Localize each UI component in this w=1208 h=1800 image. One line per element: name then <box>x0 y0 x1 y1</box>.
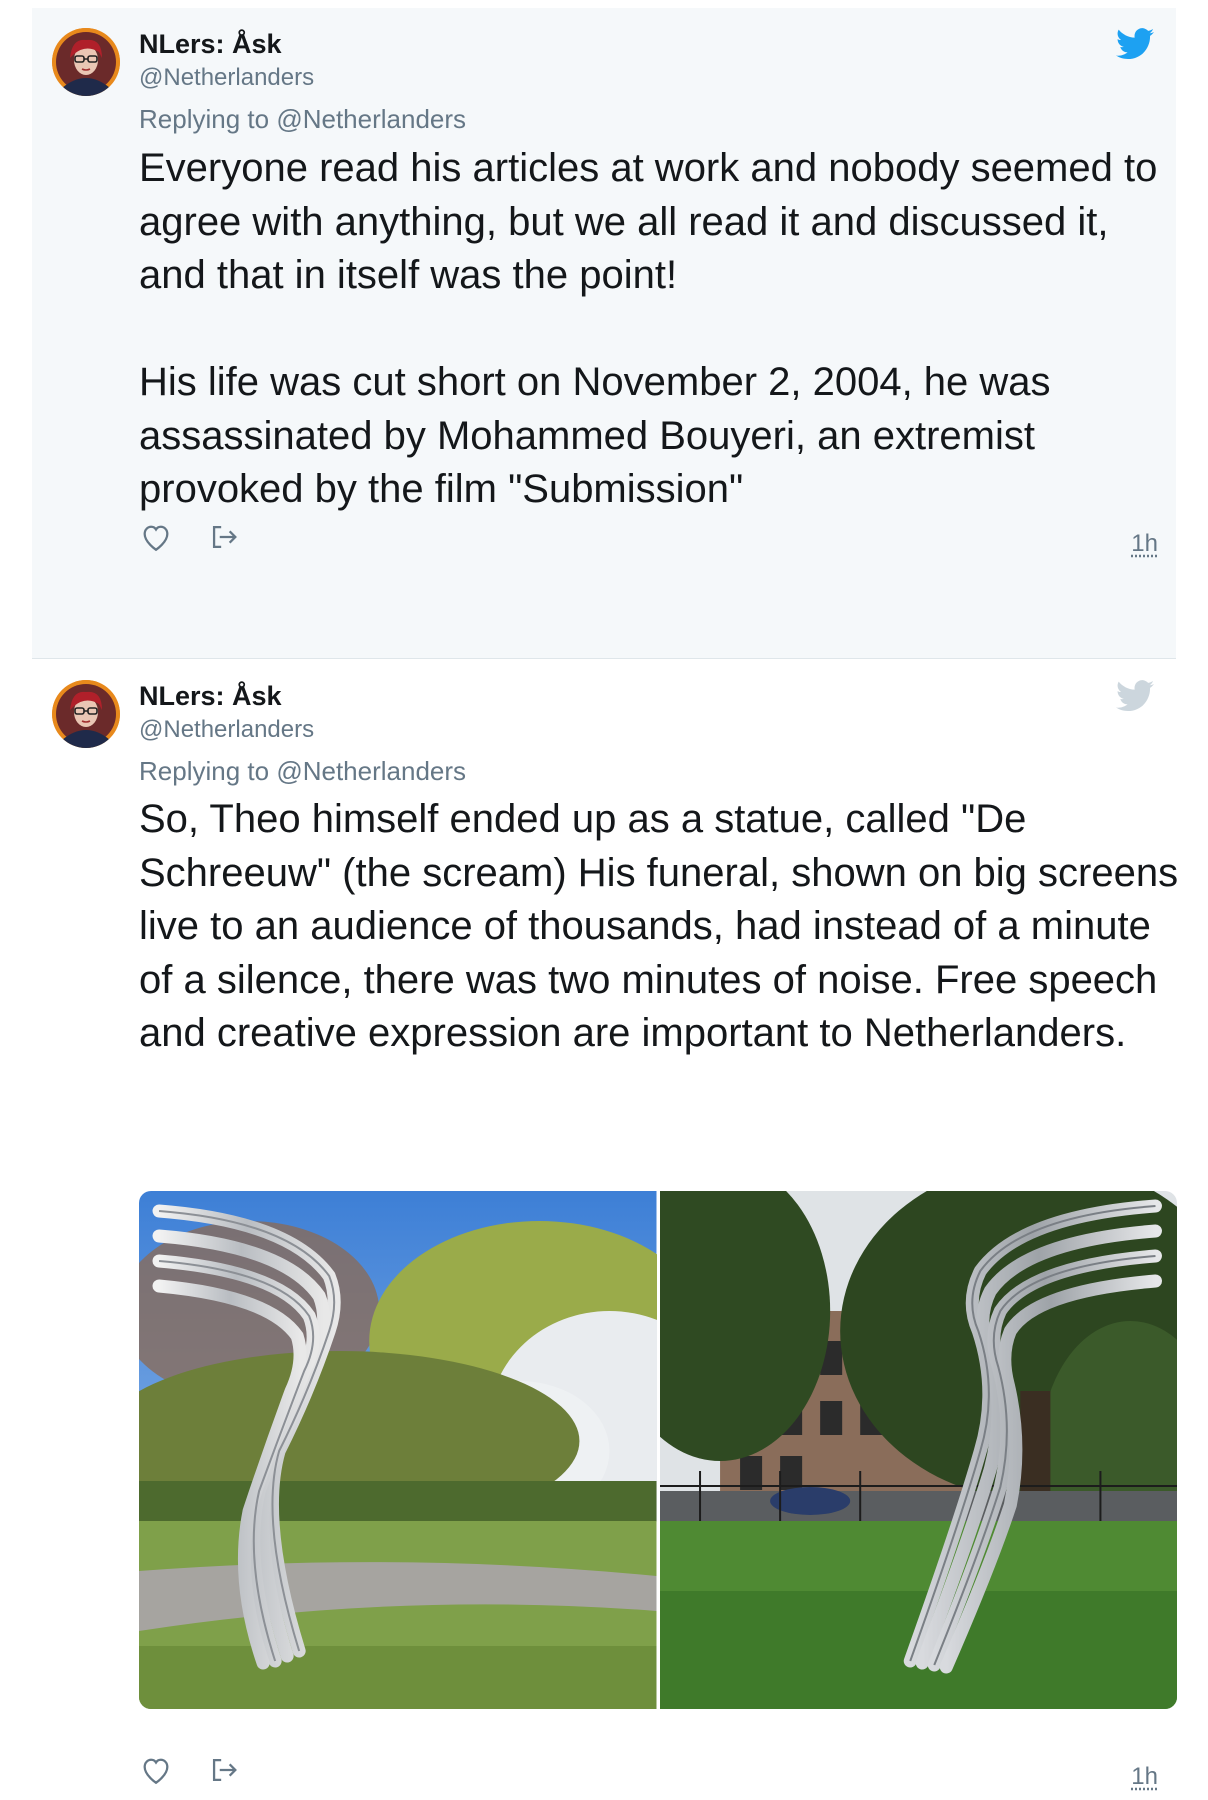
user-handle[interactable]: @Netherlanders <box>139 716 314 744</box>
reply-context: Replying to @Netherlanders <box>139 104 466 135</box>
display-name[interactable]: NLers: Åsk <box>139 29 282 60</box>
media-grid[interactable] <box>139 1191 1177 1709</box>
timestamp[interactable]: 1h <box>1131 1763 1158 1791</box>
user-handle[interactable]: @Netherlanders <box>139 64 314 92</box>
display-name[interactable]: NLers: Åsk <box>139 681 282 712</box>
twitter-bird-icon[interactable] <box>1116 680 1154 712</box>
tweet-text: Everyone read his articles at work and n… <box>139 142 1179 517</box>
reply-to-link[interactable]: @Netherlanders <box>276 104 466 134</box>
tweet-paragraph: Everyone read his articles at work and n… <box>139 146 1158 297</box>
statue-photo-street[interactable] <box>659 1191 1177 1709</box>
tweet[interactable]: NLers: Åsk @Netherlanders Replying to @N… <box>32 660 1179 1800</box>
reply-prefix: Replying to <box>139 104 270 134</box>
tweet-text: So, Theo himself ended up as a statue, c… <box>139 793 1179 1061</box>
statue-photo-park[interactable] <box>139 1191 657 1709</box>
avatar[interactable] <box>52 680 120 748</box>
share-icon[interactable] <box>207 1753 241 1787</box>
tweet-paragraph: His life was cut short on November 2, 20… <box>139 360 1051 511</box>
tweet-paragraph: So, Theo himself ended up as a statue, c… <box>139 797 1179 1055</box>
timestamp[interactable]: 1h <box>1131 530 1158 558</box>
twitter-bird-icon[interactable] <box>1116 28 1154 60</box>
reply-context: Replying to @Netherlanders <box>139 756 466 787</box>
heart-icon[interactable] <box>139 1753 173 1787</box>
heart-icon[interactable] <box>139 520 173 554</box>
tweet[interactable]: NLers: Åsk @Netherlanders Replying to @N… <box>32 8 1176 659</box>
avatar[interactable] <box>52 28 120 96</box>
reply-prefix: Replying to <box>139 756 270 786</box>
reply-to-link[interactable]: @Netherlanders <box>276 756 466 786</box>
share-icon[interactable] <box>207 520 241 554</box>
